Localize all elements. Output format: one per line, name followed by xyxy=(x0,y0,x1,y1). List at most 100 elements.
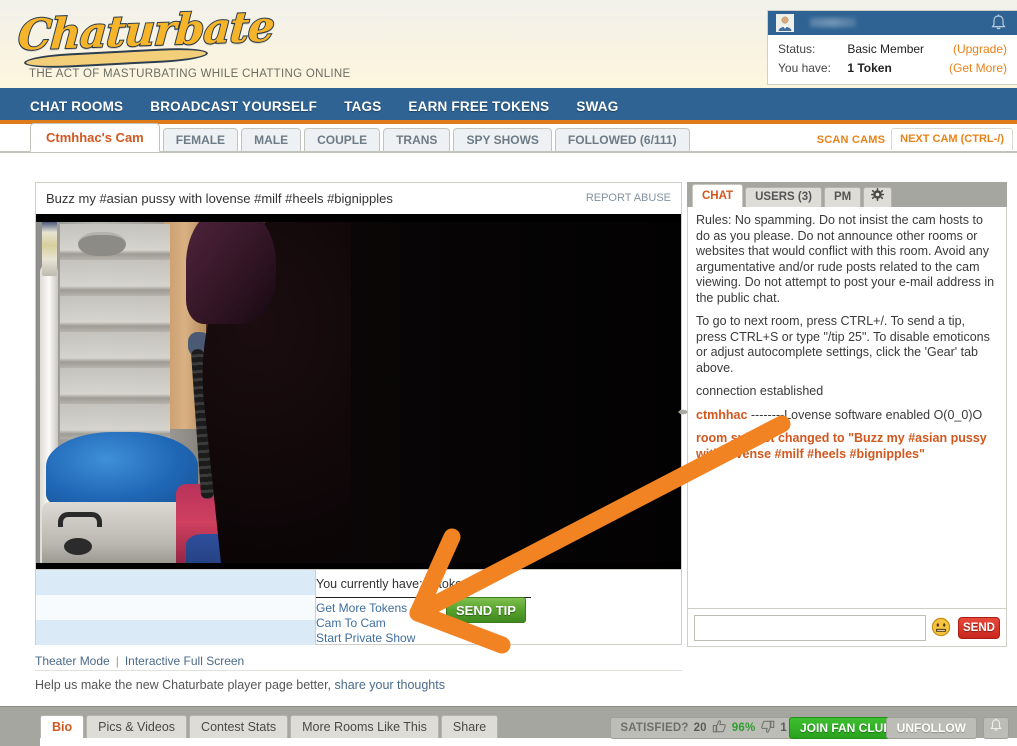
video-bin-handle xyxy=(58,512,102,527)
satisfaction-rating: SATISFIED? 20 96% 1 xyxy=(610,717,797,739)
notify-toggle-button[interactable] xyxy=(983,717,1009,739)
chat-input[interactable] xyxy=(694,614,926,641)
unfollow-button[interactable]: UNFOLLOW xyxy=(885,717,977,739)
interactive-full-screen-link[interactable]: Interactive Full Screen xyxy=(125,654,244,668)
profile-tabstrip: Bio Pics & Videos Contest Stats More Roo… xyxy=(40,715,499,738)
theater-mode-link[interactable]: Theater Mode xyxy=(35,654,110,668)
send-message-button[interactable]: SEND xyxy=(958,616,1000,639)
footer-separator: | xyxy=(115,653,119,668)
panel-resize-handle[interactable] xyxy=(678,405,688,419)
tab-users[interactable]: USERS (3) xyxy=(745,187,822,207)
tab-trans[interactable]: TRANS xyxy=(383,128,451,152)
room-subject-bar: Buzz my #asian pussy with lovense #milf … xyxy=(35,182,682,214)
tab-current-cam[interactable]: Ctmhhac's Cam xyxy=(30,123,160,152)
tab-share[interactable]: Share xyxy=(440,715,499,738)
video-player[interactable] xyxy=(35,214,682,569)
user-status-header xyxy=(768,11,1017,35)
user-status-box: Status: Basic Member (Upgrade) You have:… xyxy=(767,10,1017,85)
tokens-row: You have: 1 Token (Get More) xyxy=(778,59,1007,78)
tip-row[interactable] xyxy=(36,595,315,620)
smiley-icon[interactable] xyxy=(931,617,953,639)
chat-message-rules: Rules: No spamming. Do not insist the ca… xyxy=(696,213,995,305)
tip-actions: You currently have: 1 token Get More Tok… xyxy=(316,570,681,646)
get-more-tokens-link[interactable]: (Get More) xyxy=(949,59,1007,78)
feedback-text: Help us make the new Chaturbate player p… xyxy=(35,678,332,692)
video-canister xyxy=(42,220,57,276)
user-status-body: Status: Basic Member (Upgrade) You have:… xyxy=(768,35,1017,84)
thumbs-up-icon[interactable] xyxy=(712,719,727,737)
token-balance-suffix: token xyxy=(438,577,470,591)
chat-message-list[interactable]: Rules: No spamming. Do not insist the ca… xyxy=(687,207,1007,609)
token-balance-line: You currently have: 1 token xyxy=(316,575,531,598)
tab-female[interactable]: FEMALE xyxy=(162,128,239,152)
tab-followed[interactable]: FOLLOWED (6/111) xyxy=(554,128,690,152)
status-value: Basic Member xyxy=(847,42,925,56)
token-balance-amount: 1 xyxy=(426,575,435,592)
thumbs-down-icon[interactable] xyxy=(760,719,775,737)
gear-icon xyxy=(871,187,885,208)
player-column: Buzz my #asian pussy with lovense #milf … xyxy=(35,182,682,645)
scan-cams-link[interactable]: SCAN CAMS xyxy=(817,134,885,152)
video-pan xyxy=(78,232,126,256)
chat-tabstrip: CHAT USERS (3) PM xyxy=(687,182,1007,207)
nav-item-chat-rooms[interactable]: CHAT ROOMS xyxy=(30,99,123,114)
tab-chat[interactable]: CHAT xyxy=(692,184,744,207)
video-letterbox-top xyxy=(36,214,681,222)
tab-more-rooms-like-this[interactable]: More Rooms Like This xyxy=(290,715,439,738)
nav-item-tags[interactable]: TAGS xyxy=(344,99,381,114)
chat-user-text: --------Lovense software enabled O(0_0)O xyxy=(747,407,983,422)
thumbs-down-count: 1 xyxy=(780,722,787,734)
chat-username[interactable]: ctmhhac xyxy=(696,408,747,422)
chat-input-row: SEND xyxy=(687,609,1007,647)
site-header: Chaturbate THE ACT OF MASTURBATING WHILE… xyxy=(0,0,1017,88)
tip-row[interactable] xyxy=(36,570,315,595)
bell-icon xyxy=(989,718,1003,738)
bottom-content-panel xyxy=(40,738,1017,746)
nav-item-earn-free-tokens[interactable]: EARN FREE TOKENS xyxy=(408,99,549,114)
tokens-value: 1 Token xyxy=(847,61,892,75)
tab-couple[interactable]: COUPLE xyxy=(304,128,381,152)
tab-contest-stats[interactable]: Contest Stats xyxy=(189,715,289,738)
status-label: Status: xyxy=(778,42,816,56)
nav-item-swag[interactable]: SWAG xyxy=(576,99,618,114)
tab-male[interactable]: MALE xyxy=(241,128,302,152)
chat-message-status: connection established xyxy=(696,384,824,398)
satisfaction-percent: 96% xyxy=(731,722,756,734)
tip-row[interactable] xyxy=(36,620,315,645)
thumbs-up-count: 20 xyxy=(693,722,707,734)
tab-spy-shows[interactable]: SPY SHOWS xyxy=(453,128,552,152)
page-root: Chaturbate THE ACT OF MASTURBATING WHILE… xyxy=(0,0,1017,746)
status-row: Status: Basic Member (Upgrade) xyxy=(778,40,1007,59)
video-dark-region xyxy=(351,214,681,569)
chat-message-subject-change: room subject changed to "Buzz my #asian … xyxy=(696,431,987,461)
next-cam-button[interactable]: NEXT CAM (CTRL-/) xyxy=(891,128,1013,150)
chat-column: CHAT USERS (3) PM Rules: No spamming. Do… xyxy=(687,182,1007,647)
satisfied-label: SATISFIED? xyxy=(620,722,689,734)
tip-menu-rows xyxy=(36,570,316,645)
main-navbar: CHAT ROOMS BROADCAST YOURSELF TAGS EARN … xyxy=(0,88,1017,124)
chat-message-user: ctmhhac --------Lovense software enabled… xyxy=(696,408,998,424)
video-subject-hair xyxy=(186,214,276,324)
category-tabstrip: Ctmhhac's Cam FEMALE MALE COUPLE TRANS S… xyxy=(0,123,1017,153)
chat-message-info: To go to next room, press CTRL+/. To sen… xyxy=(696,314,990,375)
nav-item-broadcast-yourself[interactable]: BROADCAST YOURSELF xyxy=(150,99,317,114)
tab-settings[interactable] xyxy=(863,187,893,208)
room-subject-text: Buzz my #asian pussy with lovense #milf … xyxy=(46,191,393,206)
start-private-show-action[interactable]: Start Private Show xyxy=(316,631,671,646)
upgrade-link[interactable]: (Upgrade) xyxy=(953,40,1007,59)
player-footer-links: Theater Mode | Interactive Full Screen xyxy=(35,651,682,671)
report-abuse-link[interactable]: REPORT ABUSE xyxy=(586,192,671,204)
logo-text: Chaturbate xyxy=(15,1,276,61)
video-bin-logo xyxy=(64,538,92,555)
chaturbate-logo[interactable]: Chaturbate xyxy=(15,1,277,70)
tab-bio[interactable]: Bio xyxy=(40,715,85,738)
username-redacted xyxy=(810,18,856,27)
token-balance-prefix: You currently have: xyxy=(316,577,423,591)
tab-pm[interactable]: PM xyxy=(823,187,862,207)
share-your-thoughts-link[interactable]: share your thoughts xyxy=(335,678,446,692)
profile-bottom-bar: Bio Pics & Videos Contest Stats More Roo… xyxy=(0,706,1017,746)
notifications-bell-icon[interactable] xyxy=(990,14,1007,32)
send-tip-button[interactable]: SEND TIP xyxy=(446,597,526,623)
tab-pics-videos[interactable]: Pics & Videos xyxy=(86,715,188,738)
site-tagline: THE ACT OF MASTURBATING WHILE CHATTING O… xyxy=(29,68,351,80)
